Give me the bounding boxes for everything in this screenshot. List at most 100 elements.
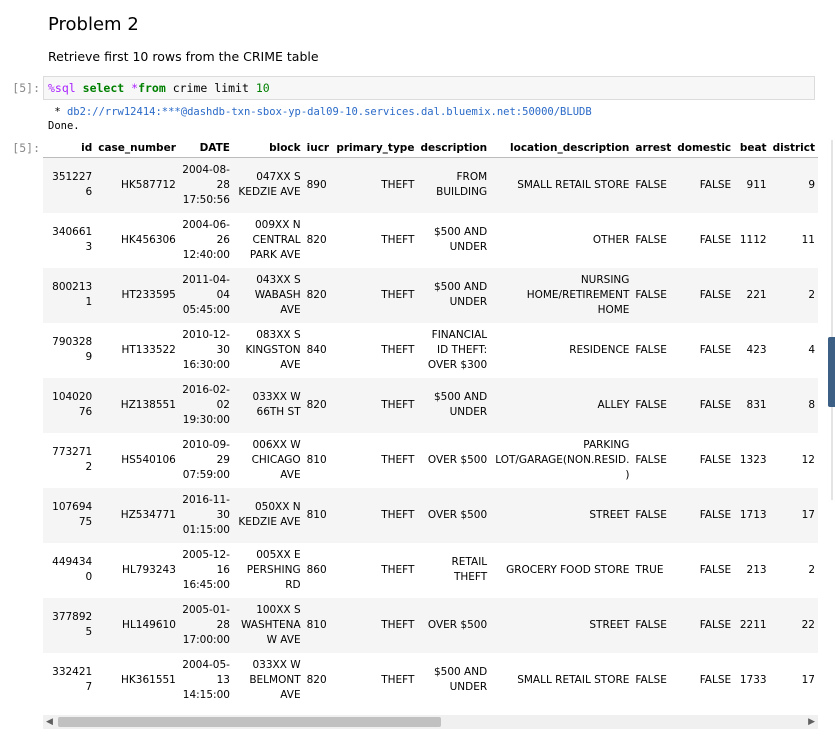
table-cell: STREET (589, 508, 630, 521)
table-cell: FALSE (635, 508, 667, 521)
table-row: 10402076 HZ138551 2016-02-02 19:30:00 033XX… (43, 377, 818, 433)
table-cell: 4 (808, 343, 815, 356)
table-cell: 820 (306, 398, 327, 411)
table-cell: 2 (808, 563, 815, 576)
table-cell: GROCERY FOOD STORE (506, 563, 630, 576)
header-block: block (232, 138, 304, 158)
table-cell: 3512276 (52, 171, 93, 199)
output-prompt: [5]: (12, 141, 40, 155)
header-description: description (417, 138, 491, 158)
table-cell: HT133522 (121, 343, 176, 356)
table-cell: 22 (801, 618, 815, 631)
table-cell: FALSE (699, 673, 732, 686)
table-cell: THEFT (381, 453, 415, 466)
table-cell: 423 (746, 343, 767, 356)
table-cell: 2011-04-04 05:45:00 (182, 273, 230, 316)
table-cell: 9 (808, 178, 815, 191)
table-cell: $500 AND UNDER (433, 226, 488, 253)
table-cell: 083XX S KINGSTON AVE (245, 328, 301, 371)
table-row: 7903289 HT133522 2010-12-30 16:30:00 083XX … (43, 323, 818, 378)
keyword-from: from (138, 81, 166, 95)
table-cell: TRUE (635, 563, 664, 576)
table-cell: 7732712 (52, 446, 93, 473)
table-cell: 050XX N KEDZIE AVE (238, 501, 301, 528)
table-cell: THEFT (381, 618, 415, 631)
table-cell: FROM BUILDING (436, 171, 488, 199)
table-cell: 10402076 (52, 391, 93, 418)
table-cell: THEFT (381, 673, 415, 686)
table-cell: FALSE (699, 233, 732, 246)
header-domestic: domestic (674, 138, 735, 158)
sql-magic: %sql (48, 81, 76, 95)
table-cell: 100XX S WASHTENAW AVE (240, 603, 301, 646)
header-primary-type: primary_type (333, 138, 418, 158)
code-input-cell[interactable]: %sql select *from crime limit 10 (43, 76, 815, 100)
horizontal-scrollbar-thumb[interactable] (58, 717, 441, 727)
table-row: 7732712 HS540106 2010-09-29 07:59:00 006XX … (43, 433, 818, 488)
table-cell: 2004-06-26 12:40:00 (182, 218, 230, 261)
results-table: id case_number DATE block iucr primary_type de… (43, 138, 818, 708)
table-cell: FALSE (635, 233, 667, 246)
table-row: 3512276 HK587712 2004-08-28 17:50:56 047XX … (43, 157, 818, 213)
table-cell: 11 (801, 233, 815, 246)
scroll-left-icon[interactable]: ◀ (46, 716, 53, 728)
table-name: crime (172, 81, 208, 95)
header-id: id (43, 138, 96, 158)
table-cell: 213 (746, 563, 767, 576)
table-cell: 033XX W BELMONT AVE (249, 658, 301, 701)
table-cell: 2004-05-13 14:15:00 (182, 658, 230, 701)
header-arrest: arrest (632, 138, 675, 158)
table-cell: 820 (306, 288, 327, 301)
table-cell: 2016-11-30 01:15:00 (182, 493, 230, 536)
table-cell: 2005-01-28 17:00:00 (182, 603, 230, 646)
table-cell: OVER $500 (427, 453, 488, 466)
table-cell: 860 (306, 563, 327, 576)
table-cell: FALSE (699, 508, 732, 521)
table-cell: 047XX S KEDZIE AVE (238, 171, 301, 199)
table-cell: THEFT (381, 398, 415, 411)
table-cell: FALSE (635, 453, 667, 466)
table-cell: 033XX W 66TH ST (252, 391, 301, 418)
connection-prefix: * (48, 106, 67, 118)
header-beat: beat (734, 138, 770, 158)
header-district: district (769, 138, 818, 158)
table-cell: HT233595 (121, 288, 176, 301)
table-cell: 10769475 (52, 501, 93, 528)
page-heading: Problem 2 (48, 14, 139, 35)
table-cell: 810 (306, 453, 327, 466)
table-cell: 3778925 (52, 611, 93, 638)
table-cell: THEFT (381, 563, 415, 576)
table-cell: 2211 (739, 618, 767, 631)
table-cell: 2004-08-28 17:50:56 (182, 163, 230, 206)
table-cell: ALLEY (597, 398, 630, 411)
table-cell: 17 (801, 673, 815, 686)
horizontal-scrollbar[interactable]: ◀ ▶ (43, 715, 818, 729)
table-cell: FALSE (635, 288, 667, 301)
table-cell: $500 AND UNDER (433, 281, 488, 308)
table-cell: NURSING HOME/RETIREMENT HOME (526, 273, 630, 316)
table-cell: 009XX N CENTRAL PARK AVE (249, 218, 301, 261)
header-date: DATE (178, 138, 233, 158)
table-cell: 831 (746, 398, 767, 411)
connection-line: * db2://rrw12414:***@dashdb-txn-sbox-yp-… (48, 106, 591, 118)
table-cell: THEFT (381, 508, 415, 521)
table-cell: 8 (808, 398, 815, 411)
table-cell: FALSE (699, 563, 732, 576)
table-cell: 3324217 (52, 666, 93, 693)
vertical-scrollbar-thumb[interactable] (828, 337, 835, 407)
table-cell: FALSE (635, 673, 667, 686)
table-cell: 2010-09-29 07:59:00 (182, 438, 230, 481)
table-cell: 890 (306, 178, 327, 191)
table-cell: PARKING LOT/GARAGE(NON.RESID.) (495, 438, 630, 481)
scroll-right-icon[interactable]: ▶ (808, 716, 815, 728)
results-table-container[interactable]: id case_number DATE block iucr primary_type de… (43, 138, 818, 713)
table-body: 3512276 HK587712 2004-08-28 17:50:56 047XX … (43, 157, 818, 708)
table-cell: STREET (589, 618, 630, 631)
table-cell: 2016-02-02 19:30:00 (182, 383, 230, 426)
table-cell: FALSE (635, 178, 667, 191)
table-cell: 911 (746, 178, 767, 191)
table-cell: FINANCIAL ID THEFT: OVER $300 (427, 328, 488, 371)
table-cell: 2010-12-30 16:30:00 (182, 328, 230, 371)
table-cell: OVER $500 (427, 508, 488, 521)
table-cell: 1112 (739, 233, 767, 246)
